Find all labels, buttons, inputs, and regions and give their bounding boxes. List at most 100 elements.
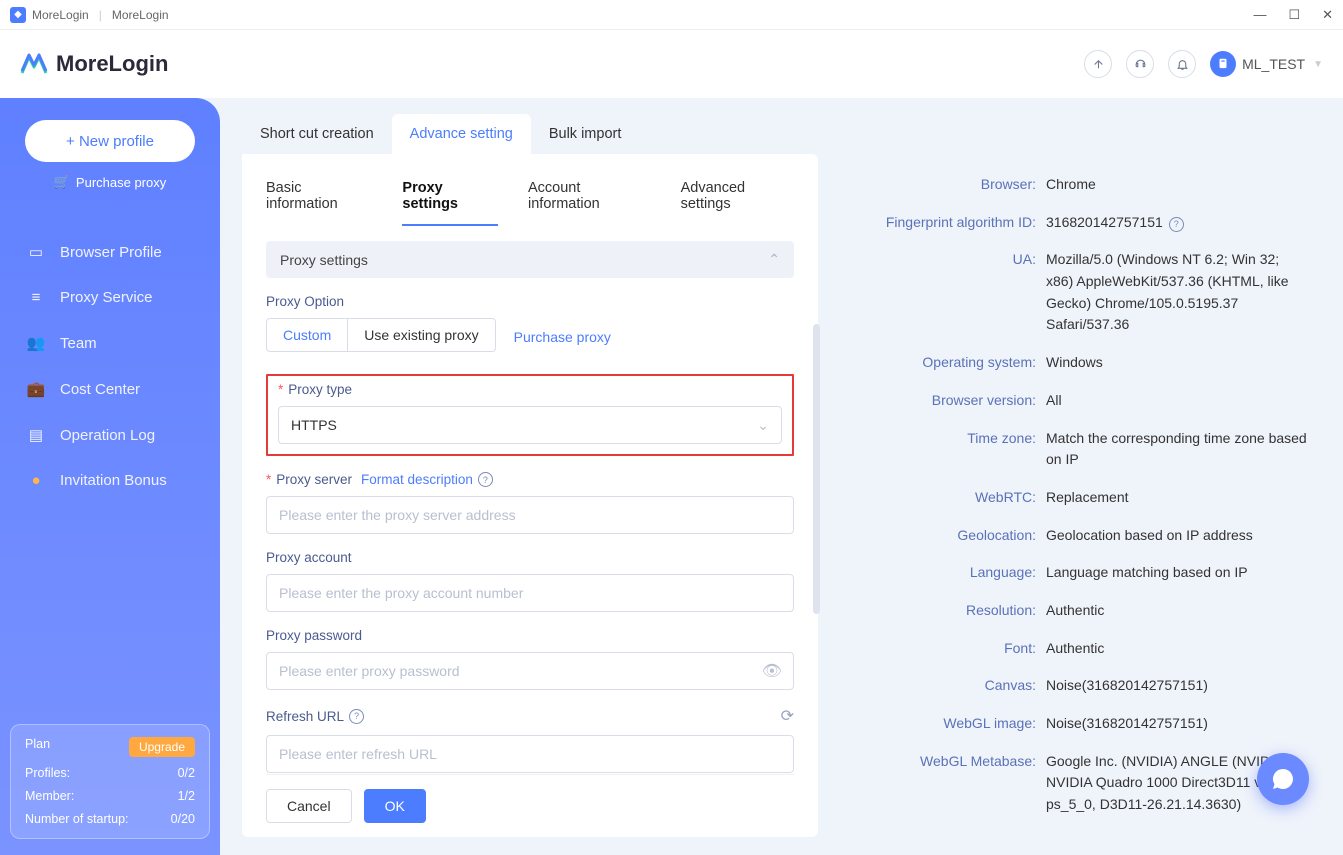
- scrollbar[interactable]: [813, 324, 820, 614]
- info-row: Resolution:Authentic: [846, 600, 1307, 622]
- subtab-advanced-settings[interactable]: Advanced settings: [681, 172, 794, 226]
- info-value: Language matching based on IP: [1046, 562, 1248, 584]
- window-minimize-button[interactable]: —: [1253, 7, 1266, 23]
- info-value: Match the corresponding time zone based …: [1046, 428, 1307, 471]
- info-label: Geolocation:: [846, 525, 1046, 547]
- option-custom-button[interactable]: Custom: [267, 319, 348, 351]
- log-icon: ▤: [28, 426, 44, 444]
- purchase-proxy-link[interactable]: 🛒 Purchase proxy: [10, 174, 210, 190]
- sidebar-item-browser-profile[interactable]: ▭Browser Profile: [10, 230, 210, 274]
- main-tabs: Short cut creation Advance setting Bulk …: [242, 114, 1321, 154]
- ok-button[interactable]: OK: [364, 789, 426, 823]
- subtab-account-information[interactable]: Account information: [528, 172, 651, 226]
- info-value: Noise(316820142757151): [1046, 713, 1208, 735]
- sidebar-item-operation-log[interactable]: ▤Operation Log: [10, 413, 210, 457]
- tab-shortcut-creation[interactable]: Short cut creation: [242, 114, 392, 154]
- proxy-password-label: Proxy password: [266, 628, 794, 643]
- info-row: Canvas:Noise(316820142757151): [846, 675, 1307, 697]
- info-row: UA:Mozilla/5.0 (Windows NT 6.2; Win 32; …: [846, 249, 1307, 336]
- purchase-proxy-link-inline[interactable]: Purchase proxy: [514, 329, 611, 345]
- titlebar-app-name: MoreLogin: [32, 8, 89, 22]
- info-panel: Browser:ChromeFingerprint algorithm ID:3…: [836, 154, 1321, 837]
- plan-card: Plan Upgrade Profiles:0/2 Member:1/2 Num…: [10, 724, 210, 839]
- proxy-password-input[interactable]: [266, 652, 794, 690]
- chevron-up-icon: ⌃: [768, 251, 780, 268]
- proxy-server-input[interactable]: [266, 496, 794, 534]
- window-close-button[interactable]: ✕: [1322, 7, 1333, 23]
- info-label: WebRTC:: [846, 487, 1046, 509]
- info-value: Authentic: [1046, 638, 1104, 660]
- subtab-basic-information[interactable]: Basic information: [266, 172, 372, 226]
- subtab-proxy-settings[interactable]: Proxy settings: [402, 172, 498, 226]
- eye-off-icon[interactable]: 👁: [762, 661, 782, 681]
- help-icon[interactable]: ?: [349, 709, 364, 724]
- app-header: MoreLogin ML_TEST ▼: [0, 30, 1343, 98]
- sidebar-item-label: Team: [60, 335, 97, 352]
- tab-bulk-import[interactable]: Bulk import: [531, 114, 640, 154]
- info-row: Time zone:Match the corresponding time z…: [846, 428, 1307, 471]
- help-icon[interactable]: ?: [1169, 217, 1184, 232]
- sidebar-item-invitation-bonus[interactable]: ●Invitation Bonus: [10, 459, 210, 502]
- refresh-url-label: Refresh URL ?: [266, 709, 364, 724]
- proxy-option-label: Proxy Option: [266, 294, 794, 309]
- chevron-down-icon: ⌄: [757, 417, 769, 434]
- proxy-account-input[interactable]: [266, 574, 794, 612]
- user-name-label: ML_TEST: [1242, 56, 1305, 72]
- sidebar-nav: ▭Browser Profile ≡Proxy Service 👥Team 💼C…: [10, 230, 210, 502]
- chevron-down-icon: ▼: [1313, 59, 1323, 70]
- titlebar-separator: |: [99, 8, 102, 22]
- plan-row-value: 0/2: [178, 766, 195, 780]
- info-value: Noise(316820142757151): [1046, 675, 1208, 697]
- bell-icon[interactable]: [1168, 50, 1196, 78]
- refresh-url-input[interactable]: [266, 735, 794, 773]
- form-card: Basic information Proxy settings Account…: [242, 154, 818, 837]
- sidebar-item-cost-center[interactable]: 💼Cost Center: [10, 367, 210, 411]
- upgrade-button[interactable]: Upgrade: [129, 737, 195, 757]
- proxy-type-value: HTTPS: [291, 417, 337, 433]
- help-icon[interactable]: ?: [478, 472, 493, 487]
- section-header-proxy-settings[interactable]: Proxy settings ⌃: [266, 241, 794, 278]
- tab-advance-setting[interactable]: Advance setting: [392, 114, 531, 154]
- proxy-type-select[interactable]: HTTPS ⌄: [278, 406, 782, 444]
- info-row: WebRTC:Replacement: [846, 487, 1307, 509]
- proxy-server-label: *Proxy server Format description ?: [266, 472, 794, 487]
- info-value: 316820142757151?: [1046, 212, 1184, 234]
- sidebar-item-proxy-service[interactable]: ≡Proxy Service: [10, 276, 210, 319]
- sidebar-item-team[interactable]: 👥Team: [10, 321, 210, 365]
- new-profile-button[interactable]: + New profile: [25, 120, 195, 162]
- sidebar: + New profile 🛒 Purchase proxy ▭Browser …: [0, 98, 220, 855]
- format-description-link[interactable]: Format description: [361, 472, 473, 487]
- info-row: Font:Authentic: [846, 638, 1307, 660]
- form-footer: Cancel OK: [266, 774, 794, 837]
- info-value: Replacement: [1046, 487, 1129, 509]
- info-label: WebGL Metabase:: [846, 751, 1046, 816]
- info-label: Browser:: [846, 174, 1046, 196]
- headset-icon[interactable]: [1126, 50, 1154, 78]
- info-row: WebGL image:Noise(316820142757151): [846, 713, 1307, 735]
- plan-row-label: Number of startup:: [25, 812, 129, 826]
- option-existing-button[interactable]: Use existing proxy: [348, 319, 494, 351]
- coin-icon: ●: [28, 472, 44, 489]
- user-menu[interactable]: ML_TEST ▼: [1210, 51, 1323, 77]
- section-title: Proxy settings: [280, 252, 368, 268]
- brand-logo-icon: [20, 53, 48, 75]
- brand: MoreLogin: [20, 51, 168, 77]
- proxy-type-label: *Proxy type: [278, 382, 782, 397]
- cancel-button[interactable]: Cancel: [266, 789, 352, 823]
- titlebar-logo-icon: ◆: [10, 7, 26, 23]
- window-maximize-button[interactable]: ☐: [1288, 7, 1300, 23]
- info-row: WebGL Metabase:Google Inc. (NVIDIA) ANGL…: [846, 751, 1307, 816]
- plan-row-value: 0/20: [171, 812, 195, 826]
- info-label: Fingerprint algorithm ID:: [846, 212, 1046, 234]
- info-value: Authentic: [1046, 600, 1104, 622]
- info-label: UA:: [846, 249, 1046, 336]
- refresh-icon[interactable]: ⟳: [781, 706, 794, 726]
- brand-text: MoreLogin: [56, 51, 168, 77]
- chat-fab[interactable]: [1257, 753, 1309, 805]
- avatar-icon: [1210, 51, 1236, 77]
- proxy-account-label: Proxy account: [266, 550, 794, 565]
- upload-icon[interactable]: [1084, 50, 1112, 78]
- proxy-type-highlight: *Proxy type HTTPS ⌄: [266, 374, 794, 456]
- info-value: Mozilla/5.0 (Windows NT 6.2; Win 32; x86…: [1046, 249, 1307, 336]
- sidebar-item-label: Cost Center: [60, 381, 140, 398]
